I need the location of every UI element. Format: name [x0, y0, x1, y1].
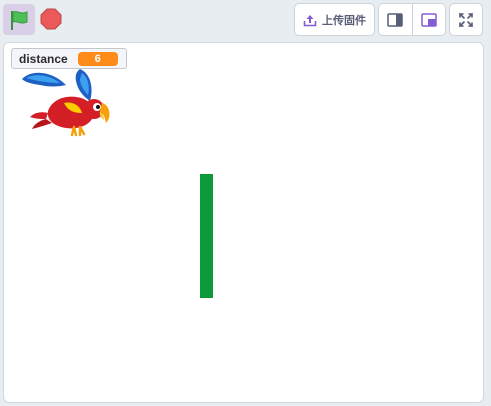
variable-monitor[interactable]: distance 6	[11, 48, 127, 69]
stage-size-toggle	[378, 3, 446, 36]
stage-canvas[interactable]: distance 6	[3, 42, 484, 403]
upload-firmware-label: 上传固件	[322, 13, 366, 27]
green-flag-icon	[11, 10, 28, 30]
fullscreen-icon	[459, 12, 473, 27]
stop-sign-icon	[40, 8, 62, 30]
large-stage-button[interactable]	[411, 4, 446, 35]
parrot-sprite[interactable]	[18, 67, 110, 143]
variable-monitor-value: 6	[77, 51, 118, 66]
small-stage-icon	[387, 12, 403, 27]
variable-monitor-label: distance	[19, 51, 68, 66]
large-stage-icon	[421, 12, 437, 27]
stop-button[interactable]	[38, 6, 64, 32]
upload-icon	[303, 14, 317, 26]
fullscreen-button[interactable]	[449, 3, 483, 36]
small-stage-button[interactable]	[379, 4, 412, 35]
green-flag-button[interactable]	[3, 4, 35, 35]
green-wall-sprite[interactable]	[200, 174, 213, 298]
stage-toolbar: 上传固件	[0, 0, 491, 40]
upload-firmware-button[interactable]: 上传固件	[294, 3, 375, 36]
